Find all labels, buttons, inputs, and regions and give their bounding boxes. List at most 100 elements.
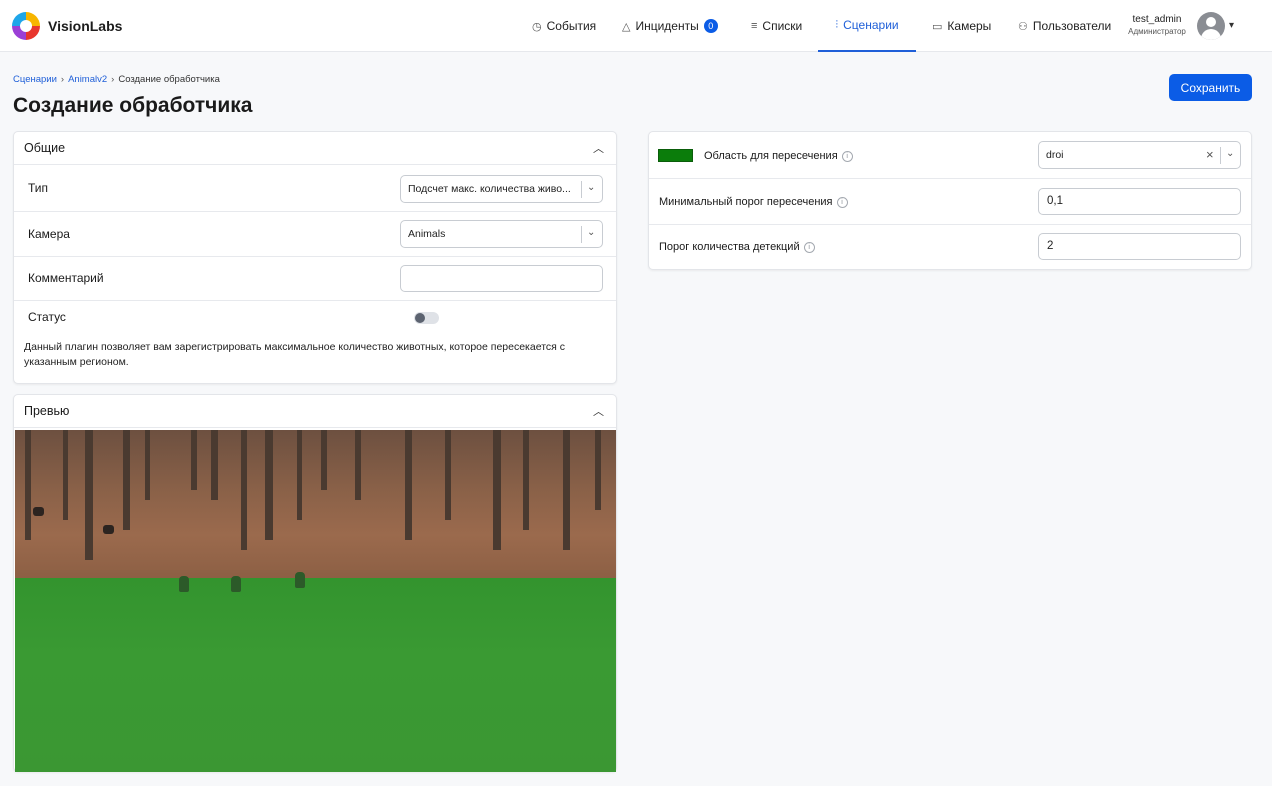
general-card-title: Общие	[24, 141, 66, 155]
select-divider	[1220, 147, 1221, 164]
breadcrumb-separator: ›	[60, 74, 65, 85]
region-select[interactable]: droi × ⌄	[1038, 141, 1241, 169]
info-icon[interactable]: i	[841, 150, 853, 162]
comment-label: Комментарий	[28, 271, 104, 285]
nav-lists-label: Списки	[762, 19, 803, 33]
incidents-count-badge: 0	[703, 19, 718, 33]
general-card: Общие ︿ Тип Подсчет макс. количества жив…	[13, 131, 617, 384]
camera-row: Камера Animals ⌄	[14, 212, 616, 257]
status-toggle[interactable]	[414, 312, 439, 324]
region-select-value: droi	[1046, 149, 1064, 161]
nav-cameras[interactable]: ▭ Камеры	[932, 0, 991, 52]
tree-trunk	[445, 430, 451, 520]
status-label: Статус	[28, 310, 66, 324]
brand-name: VisionLabs	[48, 18, 123, 34]
chevron-down-icon[interactable]: ⌄	[587, 227, 595, 238]
type-row: Тип Подсчет макс. количества живо... ⌄	[14, 166, 616, 212]
region-overlay	[15, 572, 616, 772]
chevron-down-icon[interactable]: ⌄	[1226, 148, 1234, 159]
nav-lists[interactable]: ≡ Списки	[751, 0, 802, 52]
info-icon[interactable]: i	[803, 241, 815, 253]
camera-preview-image[interactable]	[15, 430, 616, 772]
camera-label: Камера	[28, 227, 70, 241]
tree-trunk	[321, 430, 327, 490]
select-divider	[581, 226, 582, 243]
visionlabs-logo-icon	[12, 12, 40, 40]
tree-trunk	[297, 430, 302, 520]
tree-trunk	[241, 430, 247, 550]
tree-trunk	[123, 430, 130, 530]
tree-trunk	[493, 430, 501, 550]
tree-trunk	[595, 430, 601, 510]
animal-in-forest	[33, 507, 44, 516]
user-info[interactable]: test_admin Администратор	[1125, 14, 1189, 36]
region-label: Область для пересечения i	[704, 150, 853, 162]
region-label-text: Область для пересечения	[704, 150, 838, 162]
users-icon: ⚇	[1018, 20, 1028, 33]
min-threshold-row: Минимальный порог пересечения i 0,1	[649, 179, 1251, 225]
tree-trunk	[191, 430, 197, 490]
status-row: Статус	[14, 301, 616, 335]
detection-threshold-label-text: Порог количества детекций	[659, 241, 800, 253]
nav-scenarios[interactable]: ⫶ Сценарии	[818, 0, 916, 52]
avatar[interactable]	[1197, 12, 1225, 40]
forest-area	[15, 430, 616, 580]
animal-in-region	[295, 572, 305, 588]
nav-scenarios-label: Сценарии	[843, 18, 899, 32]
logo[interactable]: VisionLabs	[12, 12, 122, 40]
min-threshold-input[interactable]: 0,1	[1038, 188, 1241, 215]
camera-icon: ▭	[932, 20, 943, 33]
sliders-icon: ⫶	[835, 18, 839, 31]
camera-select[interactable]: Animals ⌄	[400, 220, 603, 248]
breadcrumb-parent[interactable]: Animalv2	[68, 74, 107, 85]
user-role: Администратор	[1128, 27, 1186, 36]
breadcrumb: Сценарии › Animalv2 › Создание обработчика	[13, 74, 220, 85]
chevron-down-icon[interactable]: ⌄	[587, 182, 595, 193]
tree-trunk	[25, 430, 31, 540]
tree-trunk	[85, 430, 93, 560]
top-navigation-bar: VisionLabs ◷ События △ Инциденты 0 ≡ Спи…	[0, 0, 1272, 52]
nav-events[interactable]: ◷ События	[532, 0, 596, 52]
clear-icon[interactable]: ×	[1206, 147, 1214, 162]
detection-threshold-value: 2	[1047, 240, 1054, 252]
user-name: test_admin	[1132, 14, 1182, 25]
comment-input[interactable]	[400, 265, 603, 292]
preview-card: Превью ︿	[13, 394, 617, 772]
select-divider	[581, 181, 582, 198]
tree-trunk	[563, 430, 570, 550]
clock-icon: ◷	[532, 20, 542, 33]
tree-trunk	[145, 430, 150, 500]
save-button[interactable]: Сохранить	[1169, 74, 1252, 101]
nav-incidents[interactable]: △ Инциденты 0	[622, 0, 718, 52]
detection-threshold-input[interactable]: 2	[1038, 233, 1241, 260]
breadcrumb-separator: ›	[111, 74, 115, 85]
preview-card-title: Превью	[24, 404, 70, 418]
nav-users[interactable]: ⚇ Пользователи	[1018, 0, 1111, 52]
page-title: Создание обработчика	[13, 94, 253, 117]
tree-trunk	[405, 430, 412, 540]
type-select-value: Подсчет макс. количества живо...	[408, 183, 571, 195]
region-color-swatch	[658, 149, 693, 162]
type-select[interactable]: Подсчет макс. количества живо... ⌄	[400, 175, 603, 203]
min-threshold-value: 0,1	[1047, 195, 1063, 207]
plugin-description: Данный плагин позволяет вам зарегистриро…	[24, 341, 565, 368]
list-icon: ≡	[751, 20, 758, 32]
general-card-header[interactable]: Общие ︿	[14, 132, 616, 165]
nav-users-label: Пользователи	[1032, 19, 1112, 33]
chevron-up-icon[interactable]: ︿	[593, 403, 604, 419]
tree-trunk	[63, 430, 68, 520]
nav-incidents-label: Инциденты	[635, 19, 699, 33]
tree-trunk	[265, 430, 273, 540]
tree-trunk	[211, 430, 218, 500]
warning-icon: △	[622, 20, 631, 33]
camera-select-value: Animals	[408, 228, 446, 240]
min-threshold-label: Минимальный порог пересечения i	[659, 196, 848, 208]
avatar-head	[1206, 17, 1216, 27]
preview-card-header[interactable]: Превью ︿	[14, 395, 616, 428]
breadcrumb-scenarios[interactable]: Сценарии	[13, 74, 57, 85]
animal-in-region	[179, 576, 189, 592]
info-icon[interactable]: i	[836, 196, 848, 208]
chevron-down-icon[interactable]: ▾	[1229, 20, 1234, 31]
chevron-up-icon[interactable]: ︿	[593, 140, 604, 156]
comment-row: Комментарий	[14, 257, 616, 301]
